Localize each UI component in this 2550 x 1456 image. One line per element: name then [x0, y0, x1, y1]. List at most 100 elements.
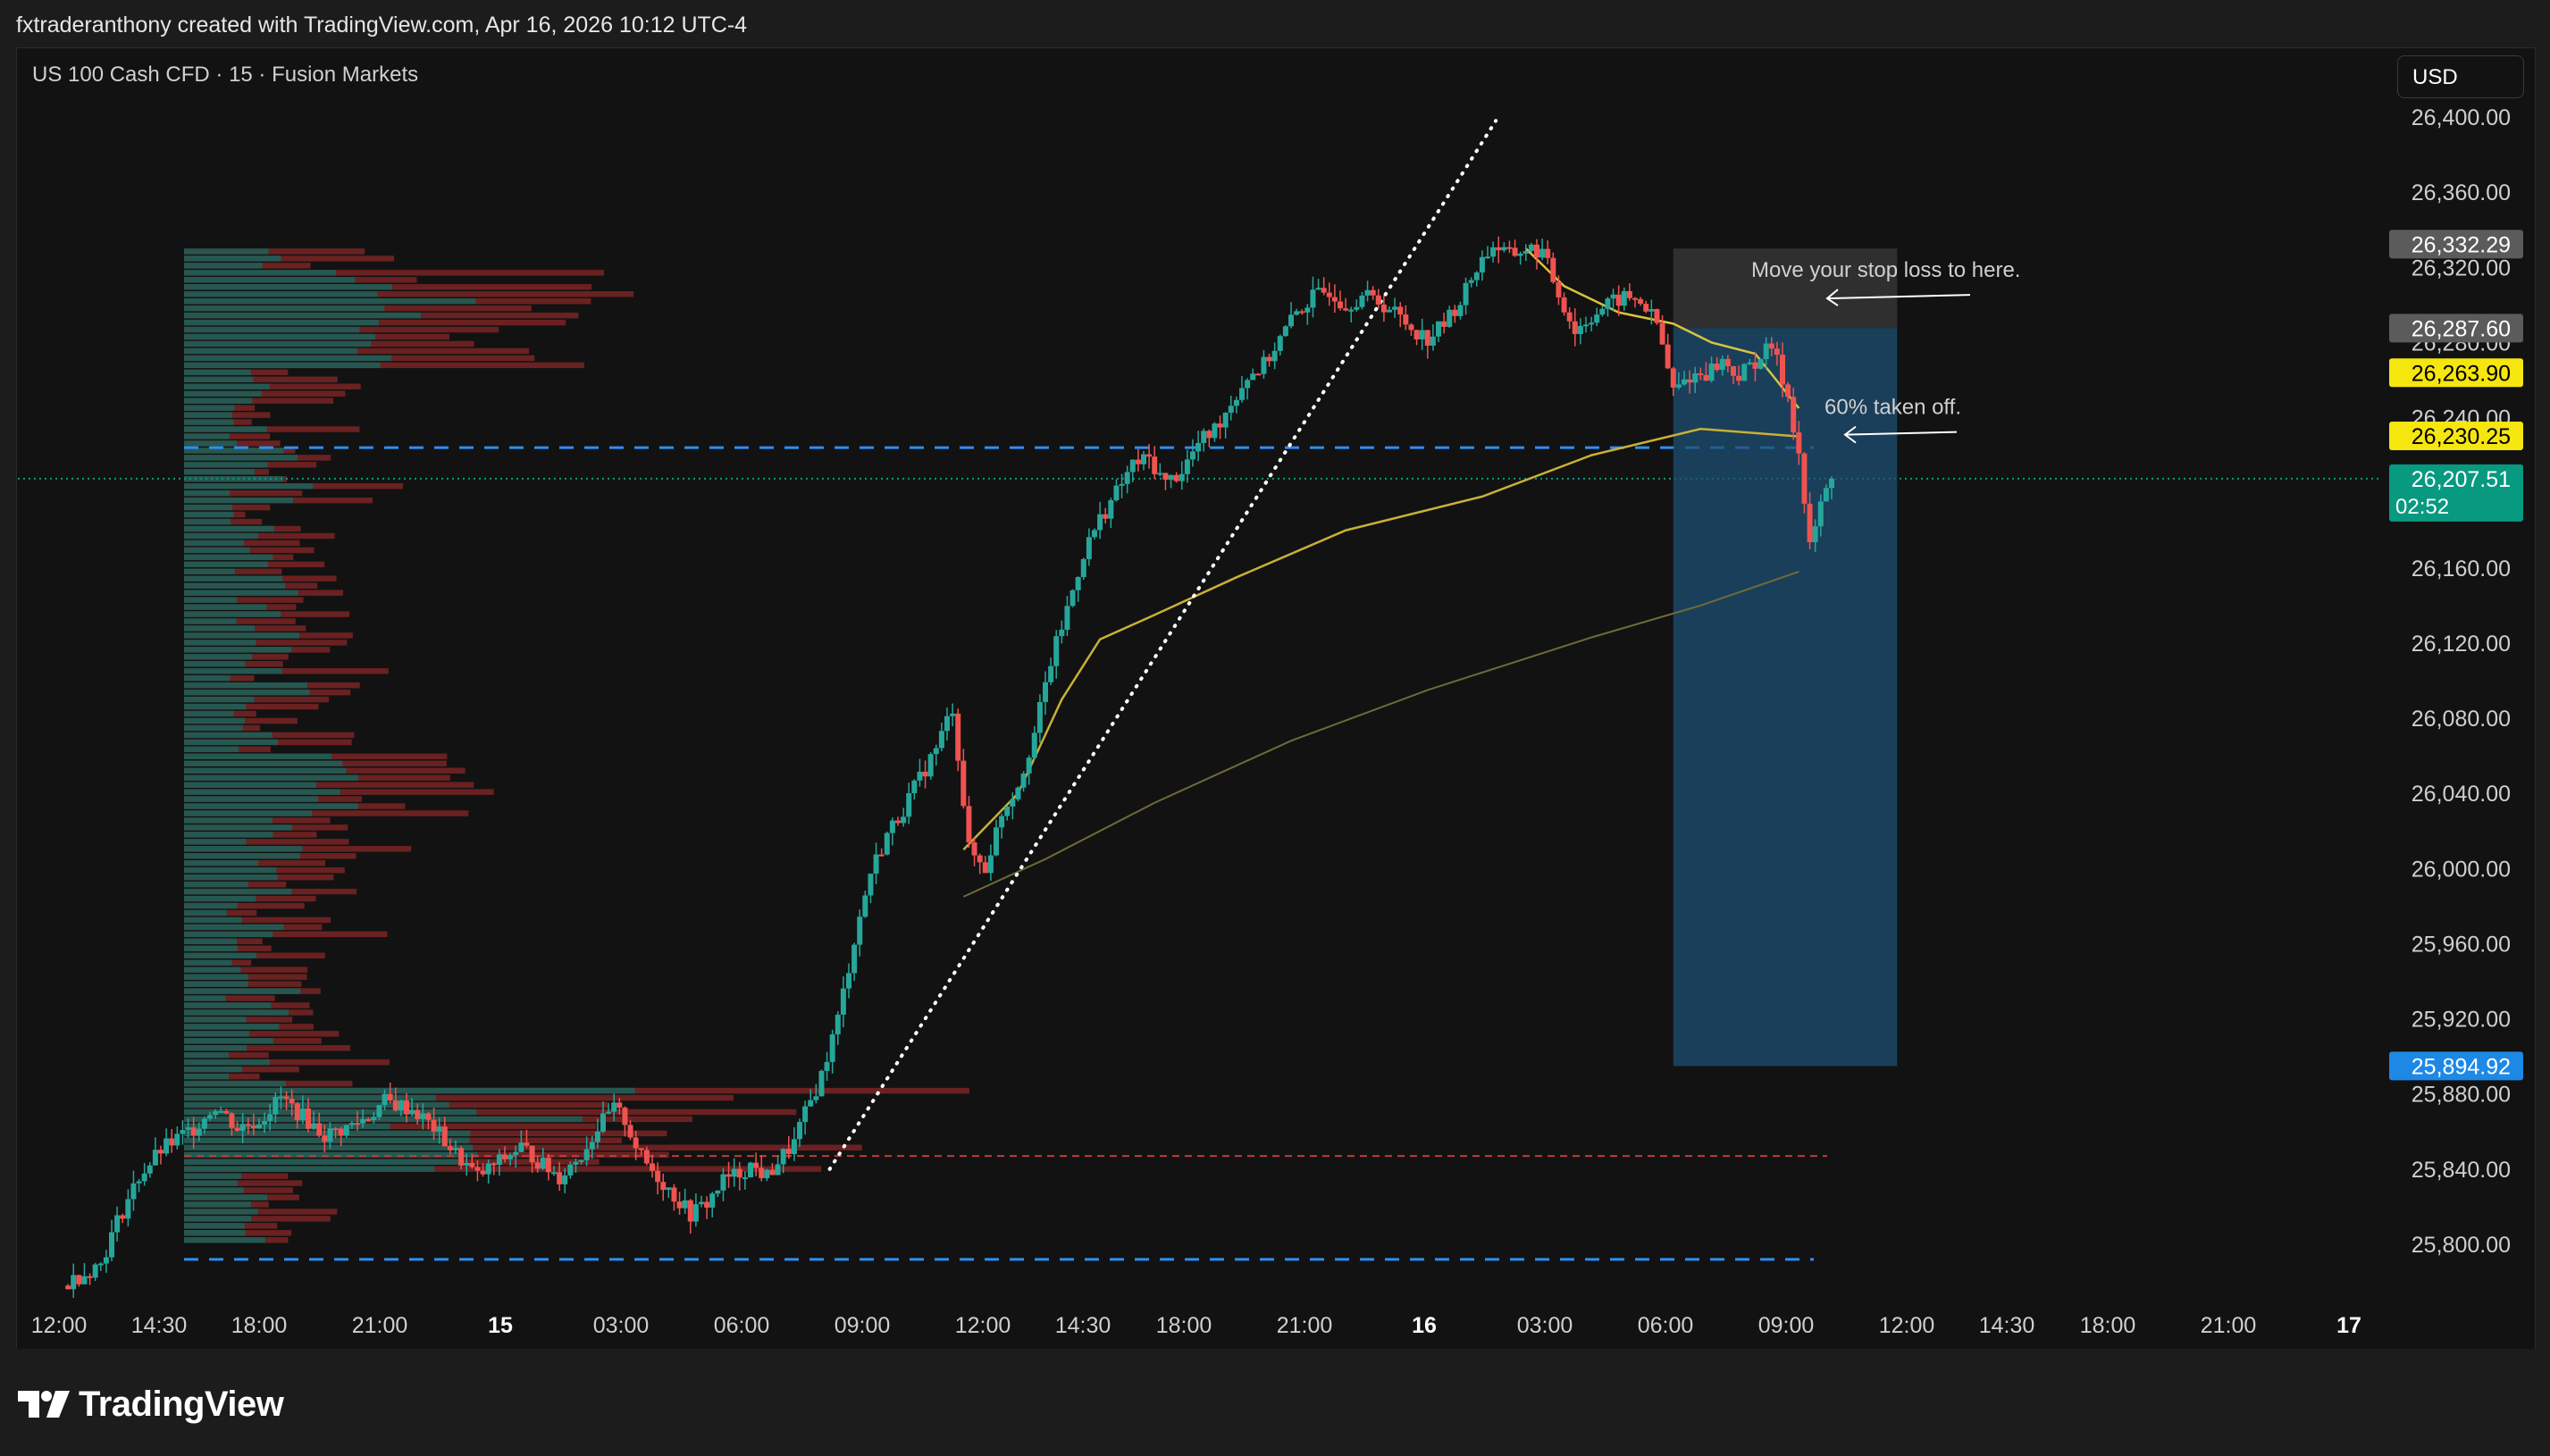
candle-body [398, 1100, 404, 1111]
volume-profile-bar-buy [184, 340, 372, 347]
volume-profile-bar-buy [184, 796, 318, 802]
time-axis-label[interactable]: 18:00 [231, 1313, 288, 1338]
price-axis-tick[interactable]: 25,880.00 [2412, 1083, 2511, 1108]
candle-body [1359, 295, 1365, 307]
time-axis-label[interactable]: 03:00 [593, 1313, 650, 1338]
price-label-text: 26,287.60 [2412, 316, 2511, 341]
price-axis-tick[interactable]: 25,960.00 [2412, 932, 2511, 957]
time-axis-label[interactable]: 18:00 [2080, 1313, 2136, 1338]
candle-body [1724, 358, 1731, 366]
time-axis-label[interactable]: 16 [1412, 1313, 1437, 1338]
time-axis-label[interactable]: 09:00 [1758, 1313, 1815, 1338]
annotation-text-0[interactable]: Move your stop loss to here. [1751, 258, 2020, 282]
position-box[interactable] [1673, 248, 1898, 1067]
candle-body [1419, 330, 1425, 339]
time-axis-label[interactable]: 12:00 [1879, 1313, 1935, 1338]
time-axis-label[interactable]: 17 [2336, 1313, 2361, 1338]
volume-profile-bar-buy [184, 305, 385, 312]
price-axis-tick[interactable]: 26,000.00 [2412, 857, 2511, 882]
time-axis-label[interactable]: 06:00 [1638, 1313, 1694, 1338]
price-axis-tick[interactable]: 26,320.00 [2412, 255, 2511, 280]
candle-body [239, 1124, 246, 1131]
price-axis-tick[interactable]: 26,120.00 [2412, 632, 2511, 657]
volume-profile-bar-buy [184, 504, 233, 511]
volume-profile-bar-buy [184, 860, 258, 866]
candle-body [65, 1285, 71, 1290]
price-axis-tick[interactable]: 25,800.00 [2412, 1233, 2511, 1258]
candle-body [404, 1100, 409, 1115]
volume-profile-bar-buy [184, 959, 232, 966]
volume-profile-bar-buy [184, 817, 273, 824]
volume-profile-bar-buy [184, 248, 269, 255]
candle-body [873, 854, 879, 874]
time-axis[interactable]: 12:00 14:30 18:00 21:00 15 03:00 06:00 09:00 12:… [31, 1313, 2361, 1338]
time-axis-label[interactable]: 14:30 [1979, 1313, 2035, 1338]
candle-body [1304, 307, 1311, 313]
candle-body [1441, 321, 1447, 327]
candle-body [1245, 380, 1251, 389]
price-axis-tick[interactable]: 25,920.00 [2412, 1008, 2511, 1033]
trendline[interactable] [827, 119, 1498, 1171]
price-axis-tick[interactable]: 26,080.00 [2412, 707, 2511, 732]
candle-body [1534, 244, 1539, 258]
time-axis-label[interactable]: 14:30 [1055, 1313, 1111, 1338]
candle-body [1299, 311, 1305, 314]
price-axis[interactable]: 26,400.0026,360.0026,320.0026,280.0026,2… [2389, 105, 2523, 1258]
volume-profile-bar-buy [184, 661, 246, 667]
candle-body [742, 1177, 748, 1180]
time-axis-label[interactable]: 14:30 [131, 1313, 188, 1338]
candle-body [1294, 311, 1300, 315]
volume-profile [184, 248, 969, 1243]
candle-body [1594, 314, 1600, 323]
candle-body [141, 1173, 147, 1182]
candle-body [1599, 308, 1606, 315]
take-profit-zone[interactable] [1673, 328, 1898, 1067]
price-axis-tick[interactable]: 26,040.00 [2412, 782, 2511, 807]
price-axis-tick[interactable]: 26,360.00 [2412, 180, 2511, 205]
candle-body [371, 1117, 377, 1120]
tradingview-logo[interactable]: TradingView [18, 1385, 284, 1424]
volume-profile-bar-buy [184, 874, 278, 881]
volume-profile-bar-buy [184, 746, 239, 753]
price-axis-tick[interactable]: 26,160.00 [2412, 556, 2511, 582]
volume-profile-bar-buy [184, 1166, 435, 1172]
volume-profile-bar-buy [184, 347, 357, 355]
time-axis-label[interactable]: 18:00 [1156, 1313, 1212, 1338]
time-axis-label[interactable]: 12:00 [955, 1313, 1011, 1338]
volume-profile-bar-buy [184, 284, 392, 290]
dotted-trendline[interactable] [827, 119, 1498, 1171]
candle-body [1436, 321, 1441, 337]
time-axis-label[interactable]: 03:00 [1517, 1313, 1573, 1338]
volume-profile-bar-buy [184, 1073, 230, 1080]
candle-body [1512, 247, 1518, 256]
candle-body [1522, 250, 1529, 254]
price-axis-tick[interactable]: 25,840.00 [2412, 1158, 2511, 1183]
symbol-title[interactable]: US 100 Cash CFD · 15 · Fusion Markets [32, 63, 418, 88]
candle-body [1162, 473, 1169, 481]
currency-button[interactable]: USD [2397, 55, 2524, 98]
time-axis-label[interactable]: 21:00 [1277, 1313, 1333, 1338]
candle-body [557, 1172, 563, 1184]
annotation-text-1[interactable]: 60% taken off. [1824, 396, 1961, 420]
candle-body [1665, 344, 1671, 369]
candle-body [638, 1148, 644, 1151]
volume-profile-bar-buy [184, 810, 313, 816]
chart-canvas[interactable]: Move your stop loss to here. 60% taken of… [0, 0, 2550, 1349]
time-axis-label[interactable]: 21:00 [2201, 1313, 2257, 1338]
candle-body [92, 1264, 98, 1278]
candle-body [643, 1150, 650, 1164]
volume-profile-bar-buy [184, 440, 238, 447]
time-axis-label[interactable]: 15 [488, 1313, 513, 1338]
time-axis-label[interactable]: 06:00 [714, 1313, 770, 1338]
candle-body [425, 1113, 432, 1120]
price-axis-tick[interactable]: 26,400.00 [2412, 105, 2511, 130]
time-axis-label[interactable]: 12:00 [31, 1313, 88, 1338]
candle-body [600, 1113, 606, 1132]
candle-body [1413, 330, 1420, 339]
candle-body [1370, 289, 1376, 296]
candle-body [1539, 248, 1546, 258]
time-axis-label[interactable]: 09:00 [835, 1313, 891, 1338]
candle-body [1763, 343, 1769, 360]
candle-body [1338, 301, 1343, 309]
time-axis-label[interactable]: 21:00 [352, 1313, 408, 1338]
